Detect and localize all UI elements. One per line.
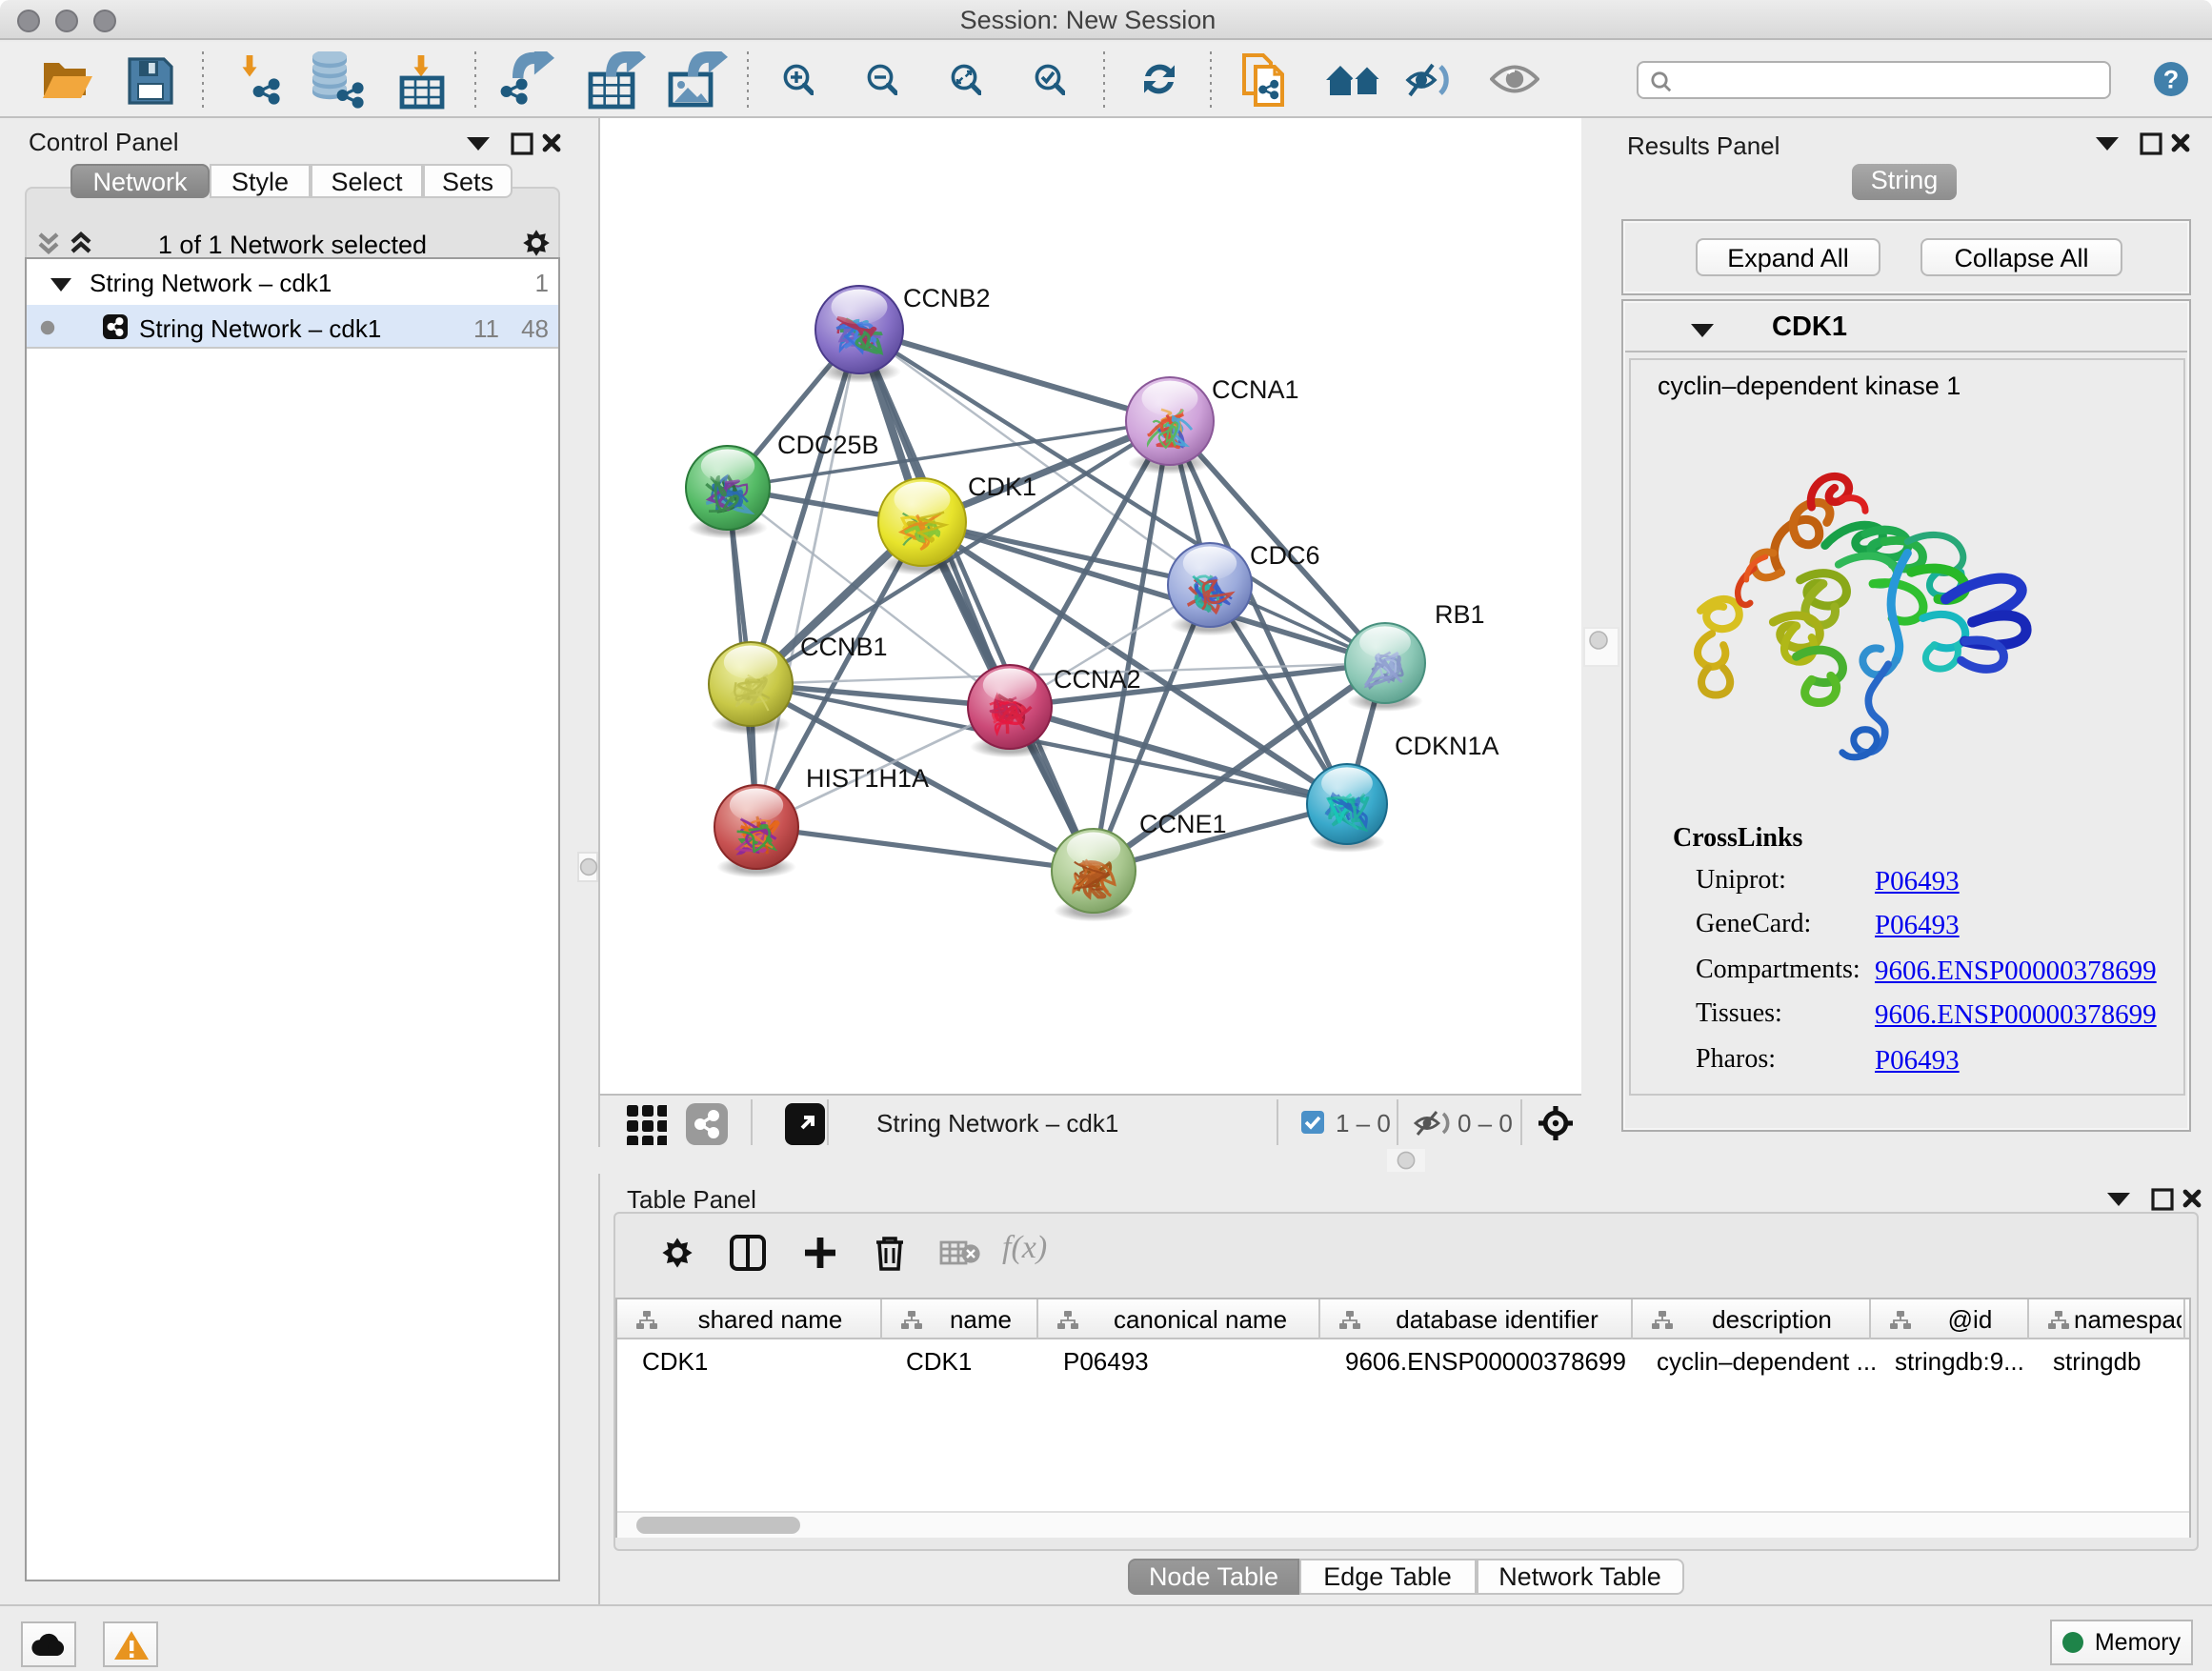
svg-text:CDC6: CDC6 — [1250, 541, 1320, 570]
svg-text:?: ? — [2163, 65, 2180, 93]
svg-text:CCNB2: CCNB2 — [903, 284, 991, 312]
svg-text:CCNA1: CCNA1 — [1212, 375, 1299, 404]
svg-text:CCNA2: CCNA2 — [1054, 665, 1141, 694]
svg-text:CDKN1A: CDKN1A — [1395, 732, 1499, 760]
svg-text:CCNB1: CCNB1 — [800, 633, 888, 661]
svg-text:CCNE1: CCNE1 — [1139, 810, 1227, 838]
svg-text:HIST1H1A: HIST1H1A — [806, 764, 929, 793]
svg-text:CDC25B: CDC25B — [777, 431, 879, 459]
svg-text:RB1: RB1 — [1435, 600, 1485, 629]
svg-text:CDK1: CDK1 — [968, 473, 1036, 501]
